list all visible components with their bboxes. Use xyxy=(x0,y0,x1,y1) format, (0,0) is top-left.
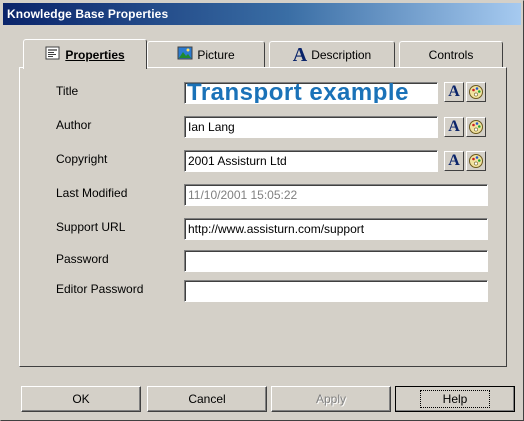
tab-picture[interactable]: Picture xyxy=(147,41,265,67)
tab-properties-label: Properties xyxy=(65,47,125,62)
author-color-button[interactable] xyxy=(466,117,486,137)
properties-panel: Title Transport example A Author Ian Lan… xyxy=(19,67,507,367)
font-a-icon: A xyxy=(292,43,308,66)
window-title[interactable]: Knowledge Base Properties xyxy=(3,3,521,25)
palette-icon xyxy=(469,85,483,99)
author-label: Author xyxy=(56,118,92,132)
tab-description-label: Description xyxy=(311,47,372,62)
font-a-icon: A xyxy=(448,83,460,100)
properties-icon xyxy=(45,46,61,63)
help-button-label: Help xyxy=(419,390,491,408)
title-color-button[interactable] xyxy=(466,82,486,102)
tab-controls[interactable]: Controls xyxy=(399,41,503,67)
title-field[interactable]: Transport example xyxy=(184,82,438,104)
ok-button[interactable]: OK xyxy=(21,386,141,412)
tab-description[interactable]: A Description xyxy=(269,41,395,67)
editor-password-field[interactable] xyxy=(184,280,488,302)
picture-icon xyxy=(177,46,193,63)
apply-button[interactable]: Apply xyxy=(271,386,391,412)
password-field[interactable] xyxy=(184,250,488,272)
copyright-field[interactable]: 2001 Assisturn Ltd xyxy=(184,150,438,172)
last-modified-label: Last Modified xyxy=(56,186,128,200)
properties-dialog: Knowledge Base Properties Properties Pic… xyxy=(0,0,524,421)
support-url-label: Support URL xyxy=(56,220,126,234)
font-a-icon: A xyxy=(448,118,460,135)
author-font-button[interactable]: A xyxy=(444,117,464,137)
support-url-field[interactable]: http://www.assisturn.com/support xyxy=(184,218,488,240)
palette-icon xyxy=(469,120,483,134)
copyright-color-button[interactable] xyxy=(466,151,486,171)
title-font-button[interactable]: A xyxy=(444,82,464,102)
tab-controls-label: Controls xyxy=(428,47,474,62)
help-button[interactable]: Help xyxy=(395,386,515,412)
tab-picture-label: Picture xyxy=(197,47,235,62)
editor-password-label: Editor Password xyxy=(56,282,144,296)
font-a-icon: A xyxy=(448,152,460,169)
copyright-label: Copyright xyxy=(56,152,108,166)
last-modified-field: 11/10/2001 15:05:22 xyxy=(184,184,488,206)
password-label: Password xyxy=(56,252,109,266)
cancel-button[interactable]: Cancel xyxy=(147,386,267,412)
title-label: Title xyxy=(56,84,79,98)
copyright-font-button[interactable]: A xyxy=(444,151,464,171)
author-field[interactable]: Ian Lang xyxy=(184,116,438,138)
tab-properties[interactable]: Properties xyxy=(23,39,147,69)
palette-icon xyxy=(469,154,483,168)
